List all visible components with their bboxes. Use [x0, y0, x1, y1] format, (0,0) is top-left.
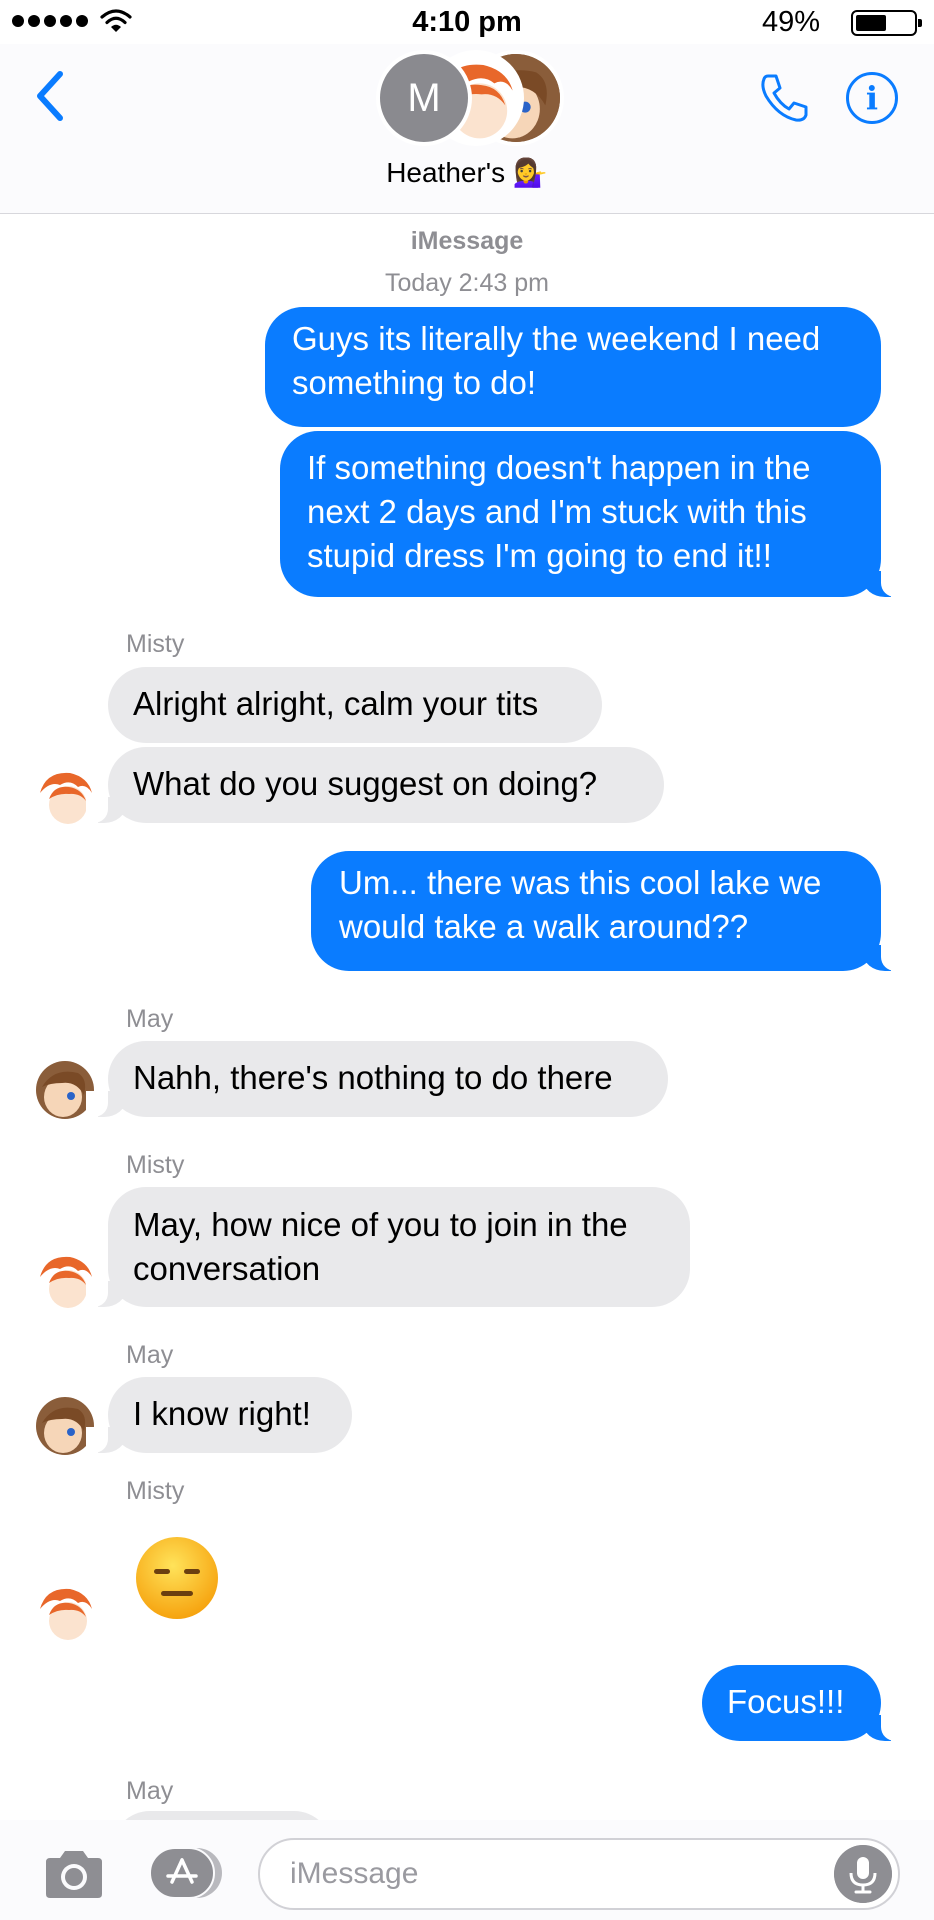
- service-label: iMessage: [410, 227, 524, 255]
- group-avatar-stack[interactable]: M: [368, 46, 568, 151]
- expressionless-face-icon[interactable]: [134, 1535, 220, 1621]
- avatar-initial: M: [376, 50, 472, 146]
- outgoing-message[interactable]: Um... there was this cool lake we would …: [311, 851, 903, 971]
- conversation-header: M Heather's 💁‍♀️ i: [0, 44, 934, 214]
- sender-name: May: [126, 1777, 174, 1805]
- status-bar: 4:10 pm 49%: [0, 0, 934, 44]
- compose-bar: [0, 1820, 934, 1920]
- thread-timestamp: Today 2:43 pm: [385, 269, 549, 297]
- info-icon[interactable]: i: [846, 72, 898, 124]
- sender-name: May: [126, 1341, 174, 1369]
- misty-avatar: [36, 1583, 94, 1641]
- camera-icon[interactable]: [42, 1848, 106, 1900]
- incoming-message[interactable]: What do you suggest on doing?: [86, 747, 664, 823]
- incoming-message[interactable]: May, how nice of you to join in the conv…: [86, 1187, 690, 1307]
- group-name[interactable]: Heather's 💁‍♀️: [0, 156, 934, 189]
- microphone-icon[interactable]: [834, 1845, 892, 1903]
- incoming-message[interactable]: I know right!: [86, 1377, 352, 1453]
- outgoing-message[interactable]: Guys its literally the weekend I need so…: [265, 307, 881, 427]
- back-chevron-icon[interactable]: [30, 66, 70, 126]
- incoming-message[interactable]: Alright alright, calm your tits: [108, 667, 602, 743]
- outgoing-message[interactable]: If something doesn't happen in the next …: [280, 431, 903, 597]
- message-input[interactable]: [290, 1840, 830, 1908]
- phone-icon[interactable]: [756, 70, 812, 126]
- sender-name: Misty: [126, 630, 185, 658]
- sender-name: May: [126, 1005, 174, 1033]
- outgoing-message[interactable]: Focus!!!: [702, 1665, 903, 1741]
- sender-name: Misty: [126, 1477, 185, 1505]
- incoming-message[interactable]: [112, 1811, 332, 1820]
- sender-name: Misty: [126, 1151, 185, 1179]
- battery-percentage: 49%: [761, 6, 820, 38]
- incoming-message[interactable]: Nahh, there's nothing to do there: [86, 1041, 668, 1117]
- battery-icon: [851, 10, 922, 36]
- app-store-icon[interactable]: [148, 1846, 224, 1900]
- message-thread[interactable]: iMessage Today 2:43 pm Guys its literall…: [0, 215, 934, 1820]
- message-input-field[interactable]: [258, 1838, 900, 1910]
